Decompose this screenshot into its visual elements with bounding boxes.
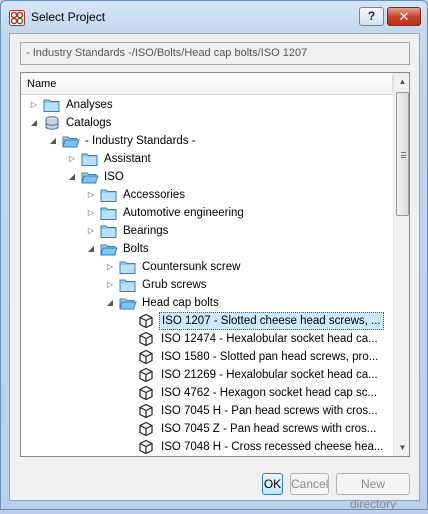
tree-row-label: ISO 1207 - Slotted cheese head screws, .… (159, 312, 384, 330)
help-button[interactable]: ? (359, 7, 384, 26)
tree-row-label: Countersunk screw (142, 261, 241, 273)
cube-icon (139, 349, 153, 365)
tree-body: ▷ Analyses ◢ Catalogs ◢ - Industry Standards … (21, 96, 393, 456)
new-directory-button[interactable]: New directory (336, 473, 410, 511)
cube-icon (139, 403, 153, 419)
expanded-arrow-icon[interactable]: ◢ (67, 168, 77, 186)
folder-icon (119, 279, 136, 292)
tree-row-label: Accessories (123, 189, 185, 201)
expanded-arrow-icon[interactable]: ◢ (86, 240, 96, 258)
tree-row[interactable]: ISO 12474 - Hexalobular socket head ca..… (21, 330, 393, 348)
cube-icon (139, 367, 153, 383)
tree-row[interactable]: ISO 7048 H - Cross recessed cheese hea..… (21, 438, 393, 456)
tree-row[interactable]: ◢ Head cap bolts (21, 294, 393, 312)
tree-row[interactable]: ▷ Automotive engineering (21, 204, 393, 222)
tree-row[interactable]: ▷ Grub screws (21, 276, 393, 294)
tree-row-label: Bearings (123, 225, 169, 237)
tree-row-label: Analyses (66, 99, 113, 111)
tree-row[interactable]: ◢ ISO (21, 168, 393, 186)
tree-row[interactable]: ▷ Bearings (21, 222, 393, 240)
folder-open-icon (100, 244, 118, 256)
database-icon (45, 116, 59, 130)
folder-icon (119, 261, 136, 274)
select-project-dialog: Select Project ? ✕ - Industry Standards … (0, 0, 428, 511)
tree-row[interactable]: ◢ - Industry Standards - (21, 132, 393, 150)
collapsed-arrow-icon[interactable]: ▷ (86, 222, 96, 240)
scroll-down-arrow-icon[interactable]: ▼ (394, 439, 409, 456)
tree-row[interactable]: ISO 7045 H - Pan head screws with cros..… (21, 402, 393, 420)
cube-icon (139, 331, 153, 347)
folder-open-icon (81, 172, 99, 184)
collapsed-arrow-icon[interactable]: ▷ (86, 186, 96, 204)
tree-row[interactable]: ISO 7045 Z - Pan head screws with cros..… (21, 420, 393, 438)
vertical-scrollbar[interactable]: ▲ ▼ (393, 73, 409, 456)
project-tree: Name ▷ Analyses ◢ Catalogs ◢ - Industry Stand… (20, 72, 410, 457)
tree-row[interactable]: ▷ Assistant (21, 150, 393, 168)
tree-row-label: ISO 7048 H - Cross recessed cheese hea..… (161, 441, 384, 453)
column-header-label: Name (27, 78, 57, 90)
cube-icon (139, 439, 153, 455)
folder-icon (100, 207, 117, 220)
cancel-button[interactable]: Cancel (290, 473, 329, 495)
tree-row-label: Assistant (104, 153, 151, 165)
title-bar[interactable]: Select Project ? ✕ (1, 1, 427, 33)
folder-icon (81, 153, 98, 166)
scroll-up-arrow-icon[interactable]: ▲ (394, 73, 409, 90)
tree-row-label: ISO 1580 - Slotted pan head screws, pro.… (161, 351, 379, 363)
column-header-name[interactable]: Name (21, 73, 393, 95)
expanded-arrow-icon[interactable]: ◢ (48, 132, 58, 150)
grip-icon (401, 152, 406, 158)
tree-row[interactable]: ▷ Accessories (21, 186, 393, 204)
tree-row-label: ISO 12474 - Hexalobular socket head ca..… (161, 333, 378, 345)
cube-icon (139, 421, 153, 437)
folder-icon (43, 99, 60, 112)
folder-icon (100, 189, 117, 202)
tree-row[interactable]: ▷ Analyses (21, 96, 393, 114)
tree-row[interactable]: ISO 1207 - Slotted cheese head screws, .… (21, 312, 393, 330)
folder-open-icon (119, 298, 137, 310)
collapsed-arrow-icon[interactable]: ▷ (105, 258, 115, 276)
tree-row[interactable]: ◢ Catalogs (21, 114, 393, 132)
tree-row-label: ISO 21269 - Hexalobular socket head ca..… (161, 369, 378, 381)
tree-row[interactable]: ISO 1580 - Slotted pan head screws, pro.… (21, 348, 393, 366)
tree-row-label: Catalogs (66, 117, 112, 129)
folder-open-icon (62, 136, 80, 148)
tree-row-label: Bolts (123, 243, 149, 255)
dialog-body: - Industry Standards -/ISO/Bolts/Head ca… (9, 33, 420, 511)
tree-row-label: Grub screws (142, 279, 207, 291)
window-title: Select Project (31, 10, 106, 24)
collapsed-arrow-icon[interactable]: ▷ (29, 96, 39, 114)
tree-row[interactable]: ◢ Bolts (21, 240, 393, 258)
cube-icon (139, 385, 153, 401)
expanded-arrow-icon[interactable]: ◢ (29, 114, 39, 132)
app-icon (9, 10, 25, 26)
tree-row[interactable]: ISO 4762 - Hexagon socket head cap sc... (21, 384, 393, 402)
close-button[interactable]: ✕ (387, 7, 421, 26)
collapsed-arrow-icon[interactable]: ▷ (86, 204, 96, 222)
tree-row-label: ISO 4762 - Hexagon socket head cap sc... (161, 387, 378, 399)
tree-row-label: ISO (104, 171, 124, 183)
folder-icon (100, 225, 117, 238)
tree-row-label: Head cap bolts (142, 297, 219, 309)
collapsed-arrow-icon[interactable]: ▷ (67, 150, 77, 168)
tree-row-label: ISO 7045 H - Pan head screws with cros..… (161, 405, 378, 417)
tree-row-label: - Industry Standards - (85, 135, 196, 147)
ok-button[interactable]: OK (262, 473, 283, 495)
cube-icon (139, 313, 153, 329)
tree-row[interactable]: ▷ Countersunk screw (21, 258, 393, 276)
selected-path-field[interactable]: - Industry Standards -/ISO/Bolts/Head ca… (20, 42, 410, 65)
tree-row-label: ISO 7045 Z - Pan head screws with cros..… (161, 423, 377, 435)
tree-row[interactable]: ISO 21269 - Hexalobular socket head ca..… (21, 366, 393, 384)
collapsed-arrow-icon[interactable]: ▷ (105, 276, 115, 294)
scrollbar-thumb[interactable] (396, 92, 409, 216)
tree-row-label: Automotive engineering (123, 207, 244, 219)
expanded-arrow-icon[interactable]: ◢ (105, 294, 115, 312)
